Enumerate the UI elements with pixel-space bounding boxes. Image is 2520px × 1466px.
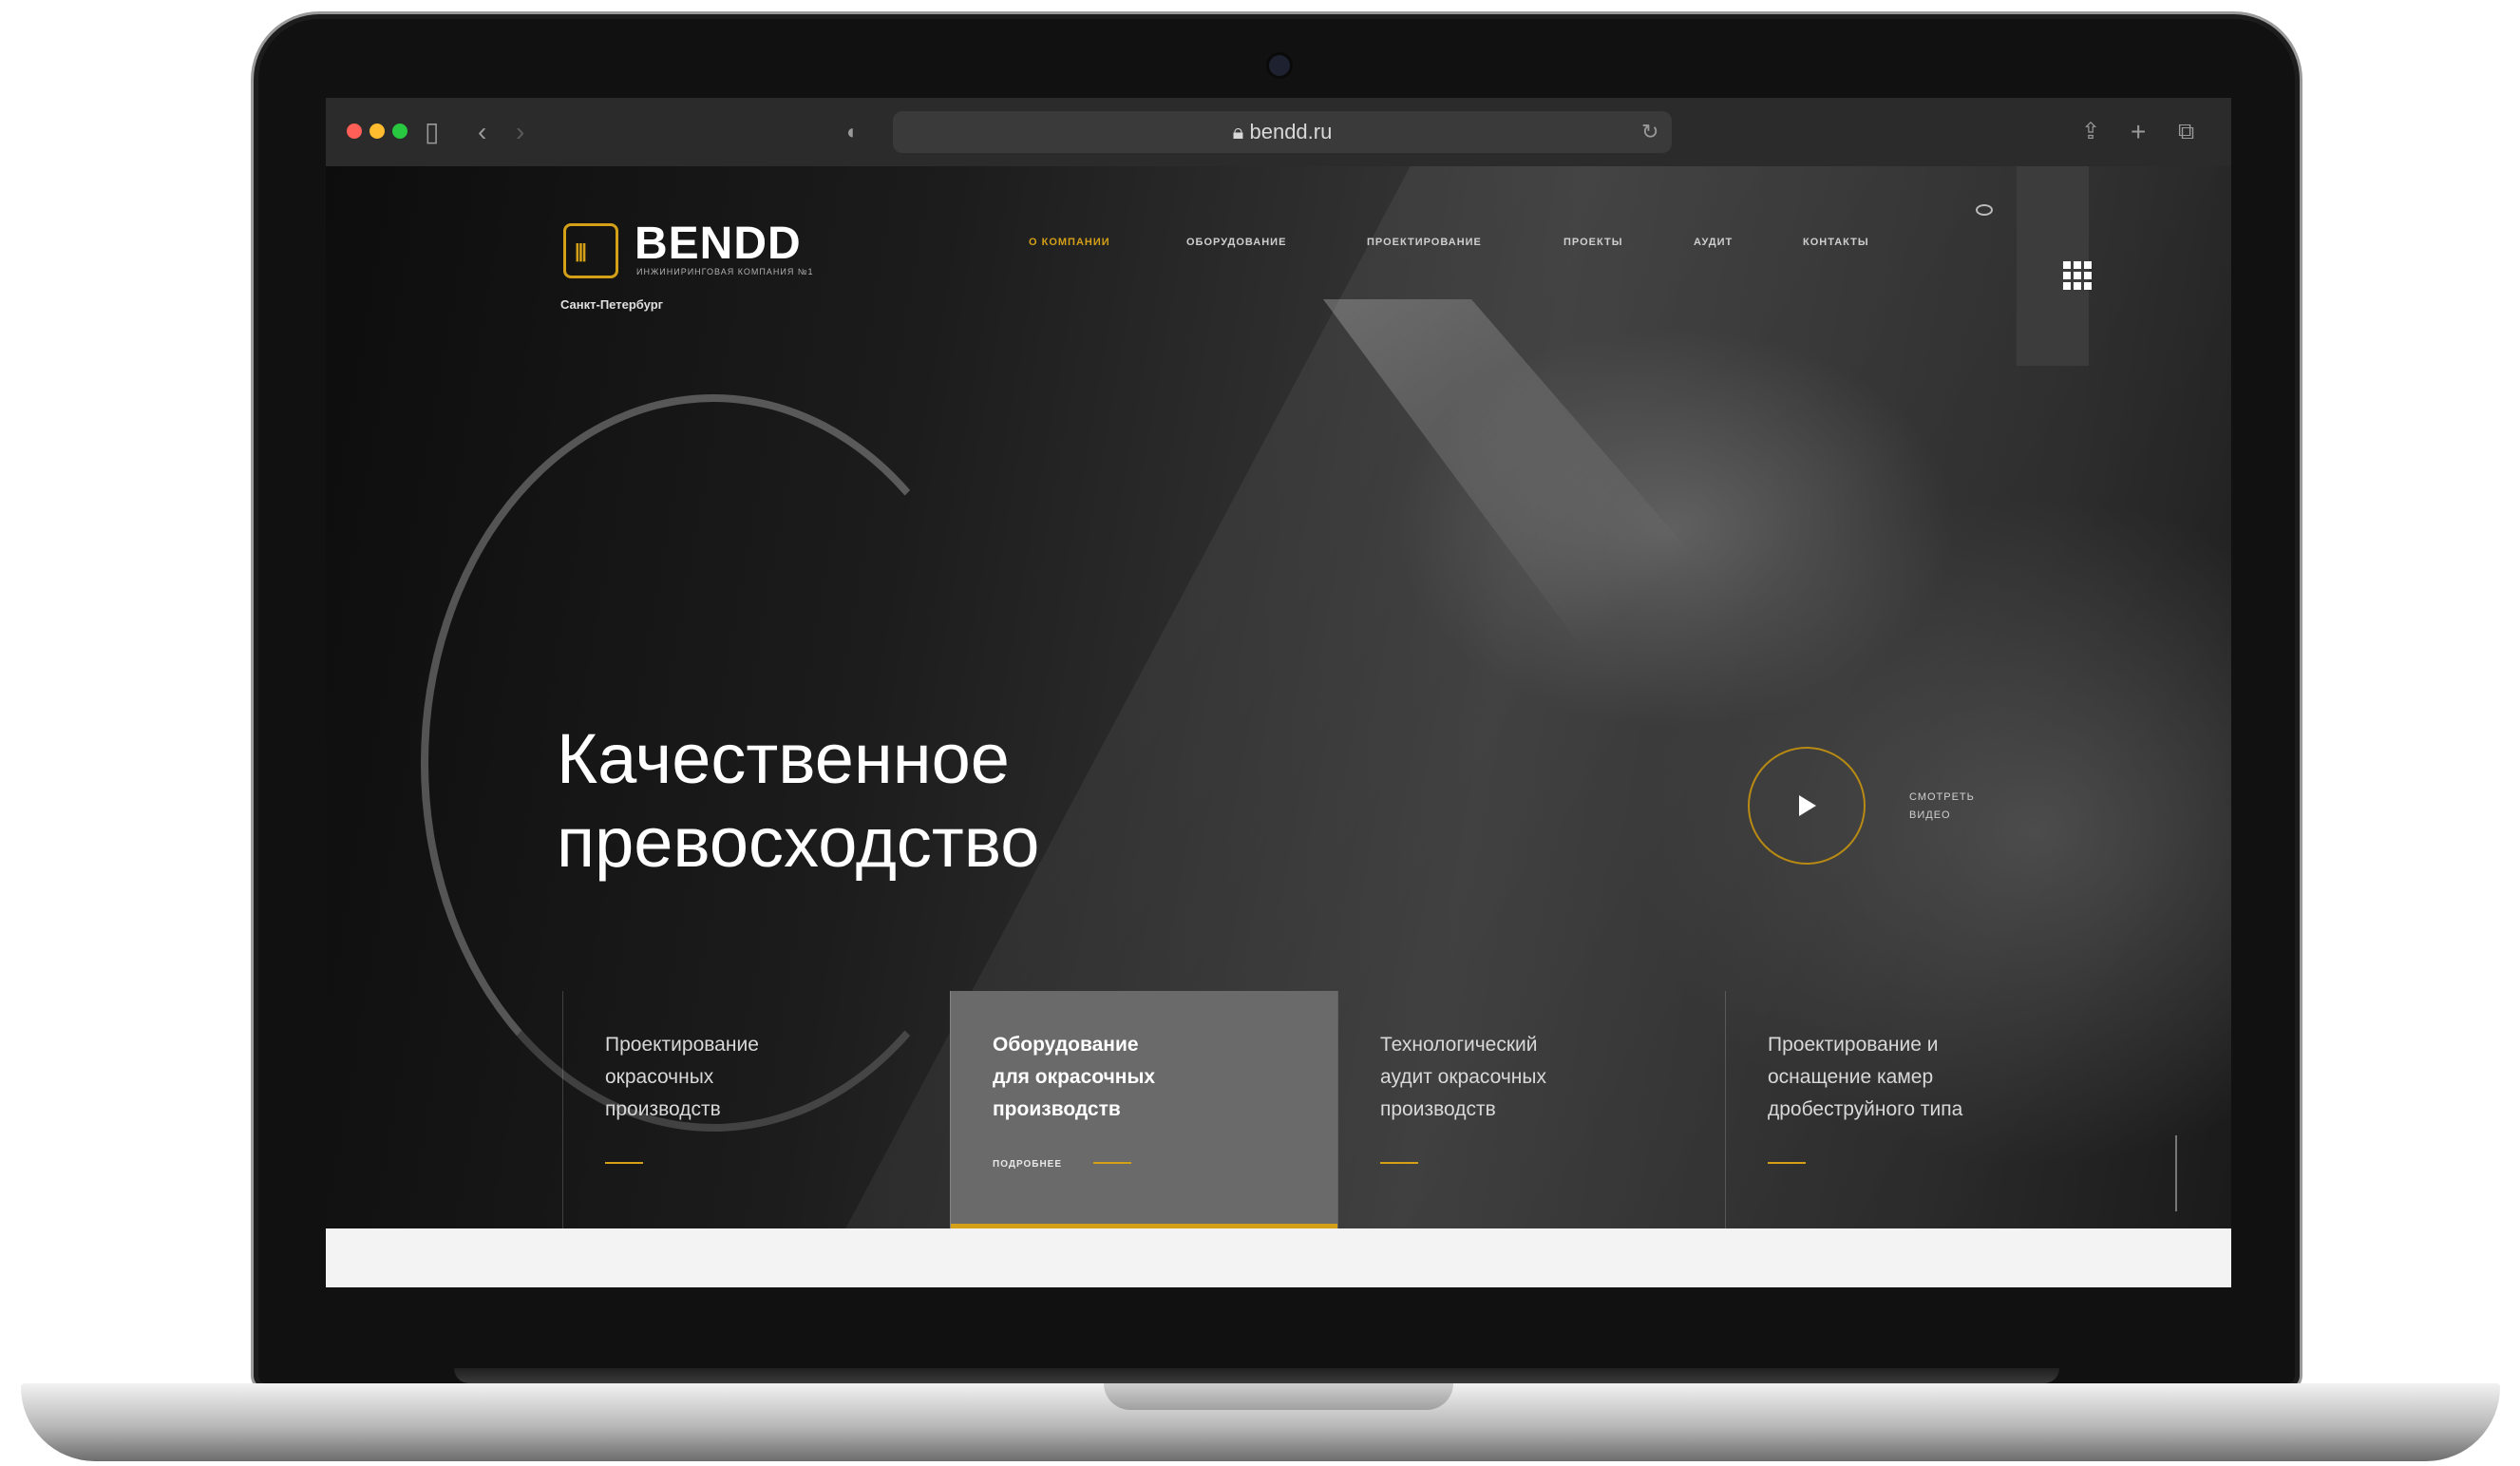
card-title: Проектирование окрасочных производств bbox=[605, 1034, 759, 1120]
arrow-right-icon bbox=[605, 1162, 643, 1164]
service-cards: Проектирование окрасочных производств Об… bbox=[326, 991, 2231, 1228]
laptop-hinge bbox=[454, 1368, 2059, 1383]
new-tab-icon[interactable]: + bbox=[2131, 117, 2146, 147]
play-video-button[interactable] bbox=[1748, 747, 1866, 865]
card-title: Технологический аудит окрасочных произво… bbox=[1380, 1034, 1546, 1120]
card-design[interactable]: Проектирование окрасочных производств bbox=[562, 991, 950, 1228]
next-section bbox=[326, 1228, 2231, 1287]
browser-toolbar: ▯ ‹ › ◐ 🔒︎ bendd.ru ↻ ⇪ + ⧉ bbox=[326, 98, 2231, 166]
nav-equipment[interactable]: ОБОРУДОВАНИЕ bbox=[1186, 237, 1286, 248]
nav-contacts[interactable]: КОНТАКТЫ bbox=[1803, 237, 1869, 248]
nav-design[interactable]: ПРОЕКТИРОВАНИЕ bbox=[1367, 237, 1482, 248]
eye-icon[interactable] bbox=[1976, 204, 1993, 216]
laptop-notch bbox=[1104, 1383, 1453, 1410]
watch-line-1: СМОТРЕТЬ bbox=[1909, 791, 1975, 803]
grid-menu-icon[interactable] bbox=[2063, 261, 2092, 290]
hero-title: Качественное превосходство bbox=[557, 717, 1039, 885]
nav-about[interactable]: О КОМПАНИИ bbox=[1029, 237, 1110, 248]
close-window-icon[interactable] bbox=[347, 124, 362, 139]
card-title: Проектирование и оснащение камер дробест… bbox=[1768, 1034, 1963, 1120]
watch-video-label[interactable]: СМОТРЕТЬ ВИДЕО bbox=[1909, 789, 1975, 825]
logo-icon[interactable]: ||| bbox=[563, 223, 618, 278]
arrow-right-icon bbox=[1380, 1162, 1418, 1164]
watch-line-2: ВИДЕО bbox=[1909, 809, 1951, 821]
minimize-window-icon[interactable] bbox=[369, 124, 385, 139]
screen: ▯ ‹ › ◐ 🔒︎ bendd.ru ↻ ⇪ + ⧉ ||| BENDD ИН… bbox=[326, 98, 2231, 1287]
back-icon[interactable]: ‹ bbox=[478, 117, 486, 147]
lock-icon: 🔒︎ bbox=[1232, 120, 1250, 143]
address-bar[interactable]: 🔒︎ bendd.ru bbox=[893, 111, 1672, 153]
logo-tagline: ИНЖИНИРИНГОВАЯ КОМПАНИЯ №1 bbox=[636, 267, 814, 276]
hero-line-2: превосходство bbox=[557, 803, 1040, 882]
shield-icon[interactable]: ◐ bbox=[846, 117, 859, 147]
website-page: ||| BENDD ИНЖИНИРИНГОВАЯ КОМПАНИЯ №1 Сан… bbox=[326, 166, 2231, 1287]
logo-text[interactable]: BENDD bbox=[635, 218, 802, 270]
arrow-right-icon bbox=[1093, 1162, 1131, 1164]
more-link[interactable]: ПОДРОБНЕЕ bbox=[993, 1159, 1062, 1170]
maximize-window-icon[interactable] bbox=[392, 124, 407, 139]
scroll-indicator bbox=[2175, 1135, 2177, 1211]
card-title: Оборудование для окрасочных производств bbox=[993, 1034, 1156, 1120]
card-equipment[interactable]: Оборудование для окрасочных производств … bbox=[950, 991, 1337, 1228]
arrow-right-icon bbox=[1768, 1162, 1806, 1164]
reload-icon[interactable]: ↻ bbox=[1641, 117, 1658, 147]
nav-projects[interactable]: ПРОЕКТЫ bbox=[1563, 237, 1622, 248]
city-selector[interactable]: Санкт-Петербург bbox=[560, 297, 663, 312]
camera-icon bbox=[1269, 55, 1290, 76]
card-blasting[interactable]: Проектирование и оснащение камер дробест… bbox=[1725, 991, 2113, 1228]
share-icon[interactable]: ⇪ bbox=[2081, 117, 2100, 147]
forward-icon[interactable]: › bbox=[516, 117, 524, 147]
nav-audit[interactable]: АУДИТ bbox=[1694, 237, 1733, 248]
spray-image bbox=[1323, 299, 1817, 698]
hero-line-1: Качественное bbox=[557, 719, 1010, 798]
tabs-icon[interactable]: ⧉ bbox=[2178, 117, 2194, 147]
url-text: bendd.ru bbox=[1249, 120, 1333, 143]
sidebar-icon[interactable]: ▯ bbox=[425, 117, 439, 147]
card-audit[interactable]: Технологический аудит окрасочных произво… bbox=[1337, 991, 1725, 1228]
play-icon bbox=[1799, 795, 1816, 816]
